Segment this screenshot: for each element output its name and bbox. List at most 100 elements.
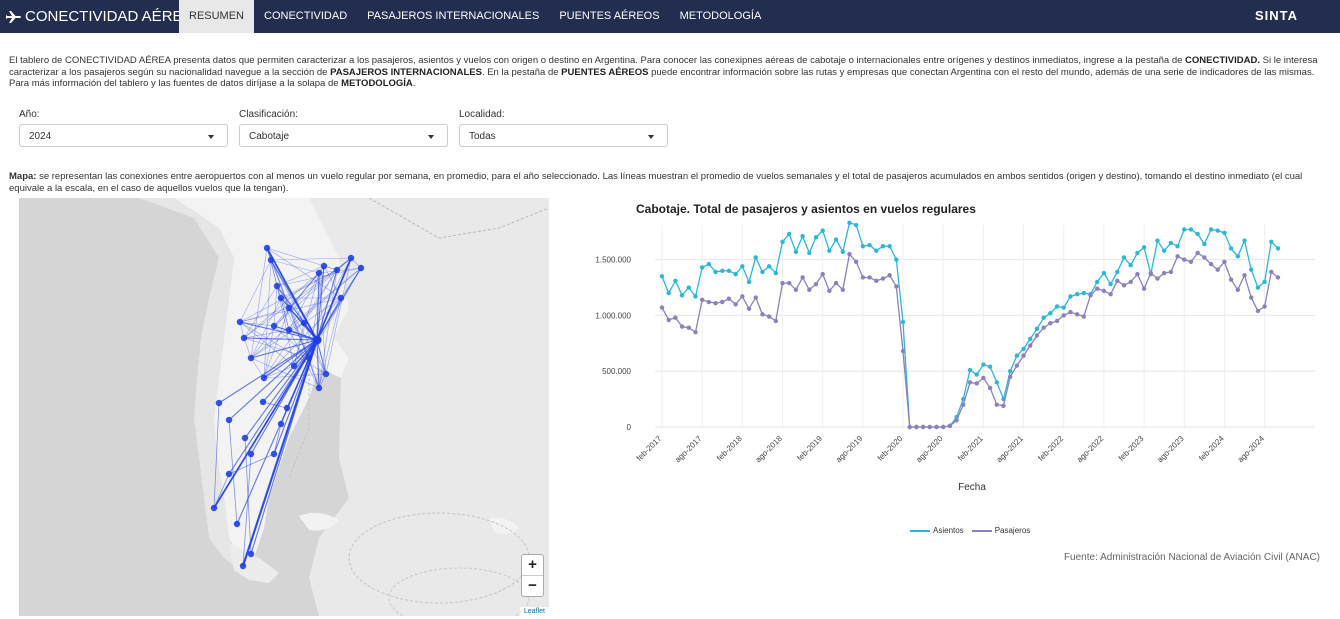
data-point-pasajeros [1182,257,1187,262]
data-point-asientos [1202,241,1207,247]
data-point-asientos [987,364,993,369]
legend-item-asientos[interactable]: Asientos [910,526,964,535]
tab-pasajeros-internacionales[interactable]: PASAJEROS INTERNACIONALES [357,0,549,33]
map-note-text: se representan las conexiones entre aero… [9,171,1303,194]
data-point-pasajeros [1014,363,1020,368]
brand[interactable]: CONECTIVIDAD AÉREA [6,0,193,33]
select-value: Cabotaje [249,131,290,142]
leaflet-attribution[interactable]: Leaflet [519,607,549,616]
x-tick-label: ago-2024 [1236,434,1267,465]
data-point-pasajeros [827,288,832,294]
connectivity-map[interactable]: + − Leaflet [19,198,549,616]
airport-marker [333,266,341,274]
data-point-asientos [673,278,678,284]
data-point-asientos [1021,346,1026,352]
zoom-control: + − [521,554,544,597]
data-point-pasajeros [981,375,986,381]
caret-down-icon [648,135,654,139]
zoom-out-button[interactable]: − [522,576,543,596]
airport-marker [225,416,233,424]
y-tick-label: 1.500.000 [595,256,631,265]
data-point-pasajeros [733,302,738,307]
data-point-pasajeros [1101,288,1107,294]
data-point-pasajeros [1242,273,1247,278]
data-point-pasajeros [813,281,819,287]
data-point-pasajeros [914,424,919,430]
series-line-asientos [661,221,1279,428]
x-tick-label: ago-2018 [754,434,785,465]
data-point-asientos [867,242,872,248]
localidad-select[interactable]: Todas [459,124,668,147]
data-point-pasajeros [1041,325,1046,330]
intro-bold: PASAJEROS INTERNACIONALES [330,66,482,78]
data-point-asientos [860,244,866,249]
airport-marker-hub [312,335,322,345]
data-point-pasajeros [941,424,946,430]
data-point-asientos [793,249,799,255]
sinta-link[interactable]: SINTA [1255,0,1298,33]
clasificacion-select[interactable]: Cabotaje [239,124,448,147]
data-point-pasajeros [1141,286,1147,291]
airport-marker [259,398,267,406]
data-point-pasajeros [1255,308,1261,314]
zoom-in-button[interactable]: + [522,555,543,576]
airport-marker [315,269,323,277]
data-point-asientos [1007,369,1013,374]
data-point-pasajeros [833,280,839,286]
airport-marker [270,322,278,330]
data-point-pasajeros [807,287,812,292]
data-point-asientos [813,235,819,240]
intro-bold: CONECTIVIDAD. [1185,55,1260,66]
data-point-pasajeros [880,276,886,281]
anio-select[interactable]: 2024 [19,124,228,147]
airport-marker [233,520,241,528]
data-point-asientos [720,268,725,273]
brand-title: CONECTIVIDAD AÉREA [25,8,193,25]
airport-marker [247,354,255,362]
data-point-pasajeros [659,305,665,310]
tab-metodologia[interactable]: METODOLOGÍA [670,0,772,33]
data-point-asientos [1168,240,1174,246]
data-point-asientos [1068,294,1073,299]
caret-down-icon [208,135,214,139]
data-point-pasajeros [679,324,685,329]
x-tick-label: ago-2021 [995,434,1026,465]
data-point-pasajeros [793,287,799,292]
data-point-asientos [1061,305,1066,310]
data-point-pasajeros [920,424,926,430]
data-point-pasajeros [840,287,845,292]
data-point-pasajeros [1081,314,1087,319]
airport-marker [270,450,278,458]
data-point-pasajeros [934,424,939,430]
data-point-asientos [1188,227,1194,232]
legend-item-pasajeros[interactable]: Pasajeros [971,526,1030,535]
airport-marker [305,354,313,362]
data-point-pasajeros [1161,270,1167,276]
data-point-pasajeros [1175,254,1180,259]
filter-label: Localidad: [459,109,505,120]
data-point-asientos [800,234,805,239]
data-point-pasajeros [1148,270,1153,276]
airport-marker [357,264,365,272]
filter-anio: Año: 2024 [19,109,228,147]
airplane-icon [6,10,21,23]
x-tick-label: feb-2021 [956,434,985,463]
data-point-asientos [1108,281,1113,287]
chart-legend: Asientos Pasajeros [910,526,1038,535]
x-tick-label: ago-2023 [1155,434,1186,465]
data-point-pasajeros [1135,271,1140,277]
data-point-pasajeros [740,294,745,299]
data-point-asientos [1161,248,1167,253]
tab-resumen[interactable]: RESUMEN [179,0,255,33]
data-point-pasajeros [726,296,732,301]
data-point-asientos [1175,244,1180,249]
data-point-asientos [740,264,745,269]
data-point-asientos [1255,285,1261,290]
data-point-pasajeros [894,284,899,289]
data-point-asientos [773,270,779,276]
data-point-pasajeros [1195,250,1200,256]
airport-marker [315,384,323,392]
data-point-pasajeros [1034,333,1040,338]
tab-puentes-aereos[interactable]: PUENTES AÉREOS [549,0,669,33]
tab-conectividad[interactable]: CONECTIVIDAD [254,0,357,33]
